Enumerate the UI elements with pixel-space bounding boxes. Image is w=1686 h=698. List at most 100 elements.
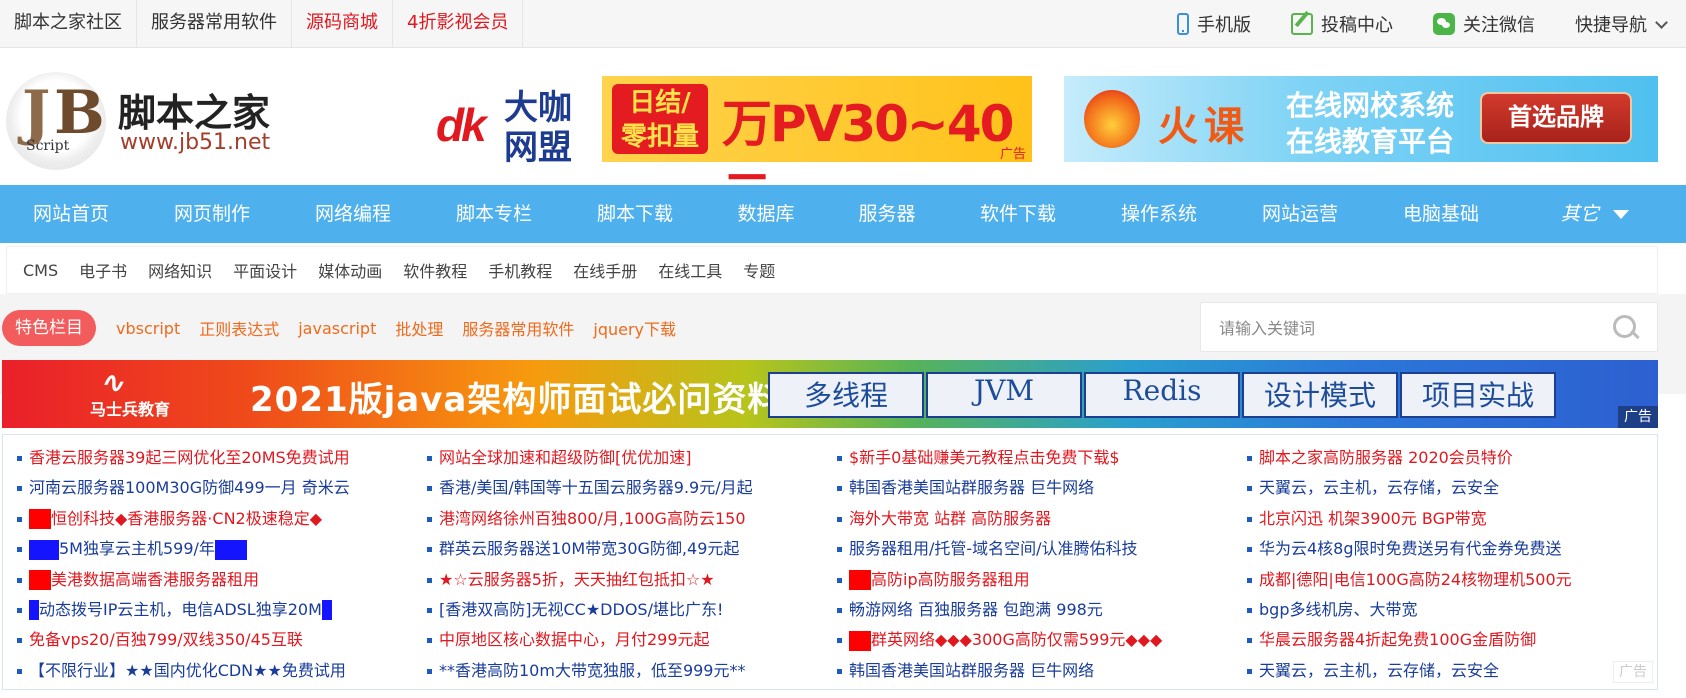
dk-brand: dk 大咖 网盟 (436, 88, 572, 168)
subnav-item-media[interactable]: 媒体动画 (318, 258, 382, 282)
subnav-item-graphic-design[interactable]: 平面设计 (233, 258, 297, 282)
list-item[interactable]: 北京闪迅 机架3900元 BGP带宽 (1247, 504, 1572, 534)
submit-center-label: 投稿中心 (1321, 15, 1393, 36)
link-column-4: 脚本之家高防服务器 2020会员特价 天翼云，云主机，云存储，云安全 北京闪迅 … (1247, 443, 1572, 686)
list-item[interactable]: 高防ip高防服务器租用 (837, 565, 1162, 595)
ad-banner-mashibing[interactable]: ∿ 马士兵教育 2021版java架构师面试必问资料 多线程 JVM Redis… (2, 360, 1658, 428)
nav-item-pc-basics[interactable]: 电脑基础 (1386, 185, 1496, 243)
nav-item-server[interactable]: 服务器 (832, 185, 942, 243)
nav-item-scripts[interactable]: 脚本专栏 (439, 185, 549, 243)
quick-nav-dropdown[interactable]: 快捷导航 (1555, 0, 1686, 48)
logo-emblem: J B Script (6, 72, 106, 170)
main-nav: 网站首页 网页制作 网络编程 脚本专栏 脚本下载 数据库 服务器 软件下载 操作… (0, 185, 1686, 243)
mashibing-logo: ∿ 马士兵教育 (90, 366, 171, 420)
list-item[interactable]: 华为云4核8g限时免费送另有代金券免费送 (1247, 534, 1572, 564)
banner-tab-design-patterns[interactable]: 设计模式 (1242, 372, 1398, 418)
top-link-vip-video[interactable]: 4折影视会员 (393, 0, 524, 48)
tag-javascript[interactable]: javascript (298, 319, 376, 338)
nav-item-operation[interactable]: 网站运营 (1245, 185, 1355, 243)
tag-regex[interactable]: 正则表达式 (199, 316, 279, 340)
list-item[interactable]: 【不限行业】★★国内优化CDN★★免费试用 (17, 656, 350, 686)
tag-server-software[interactable]: 服务器常用软件 (462, 316, 574, 340)
list-item[interactable]: ★☆云服务器5折，天天抽红包抵扣☆★ (427, 565, 753, 595)
list-item[interactable]: 脚本之家高防服务器 2020会员特价 (1247, 443, 1572, 473)
list-item[interactable]: 畅游网络 百独服务器 包跑满 998元 (837, 595, 1162, 625)
list-item[interactable]: 天翼云，云主机，云存储，云安全 (1247, 656, 1572, 686)
nav-item-web-design[interactable]: 网页制作 (157, 185, 267, 243)
submit-center-link[interactable]: 投稿中心 (1271, 0, 1413, 48)
list-item[interactable]: **香港高防10m大带宽独服，低至999元** (427, 656, 753, 686)
subnav-item-online-manual[interactable]: 在线手册 (573, 258, 637, 282)
list-item[interactable]: 美港数据高端香港服务器租用 (17, 565, 350, 595)
list-item[interactable]: 香港/美国/韩国等十五国云服务器9.9元/月起 (427, 473, 753, 503)
list-item[interactable]: 港湾网络徐州百独800/月,100G高防云150 (427, 504, 753, 534)
nav-item-database[interactable]: 数据库 (711, 185, 821, 243)
tag-batch[interactable]: 批处理 (395, 316, 443, 340)
subnav-item-cms[interactable]: CMS (23, 261, 58, 280)
page: 脚本之家社区 服务器常用软件 源码商城 4折影视会员 手机版 投稿中心 关注微信… (0, 0, 1686, 698)
list-item[interactable]: 服务器租用/托管-域名空间/认准腾佑科技 (837, 534, 1162, 564)
nav-item-programming[interactable]: 网络编程 (298, 185, 408, 243)
banner-tab-redis[interactable]: Redis (1084, 372, 1240, 418)
top-link-source-mall[interactable]: 源码商城 (292, 0, 393, 48)
list-item[interactable]: 韩国香港美国站群服务器 巨牛网络 (837, 473, 1162, 503)
list-item[interactable]: 香港云服务器39起三网优化至20MS免费试用 (17, 443, 350, 473)
list-item[interactable]: 网站全球加速和超级防御[优优加速] (427, 443, 753, 473)
tag-jquery-download[interactable]: jquery下载 (593, 316, 676, 340)
subnav-item-topics[interactable]: 专题 (743, 258, 775, 282)
tag-vbscript[interactable]: vbscript (116, 319, 180, 338)
subnav-item-software-tutorial[interactable]: 软件教程 (403, 258, 467, 282)
mashibing-mark-icon: ∿ (100, 366, 124, 399)
search-icon[interactable] (1613, 315, 1639, 341)
list-item[interactable]: 海外大带宽 站群 高防服务器 (837, 504, 1162, 534)
link-column-3: $新手0基础赚美元教程点击免费下载$ 韩国香港美国站群服务器 巨牛网络 海外大带… (837, 443, 1162, 686)
banner-tab-jvm[interactable]: JVM (926, 372, 1082, 418)
list-item[interactable]: 动态拨号IP云主机，电信ADSL独享20M (17, 595, 350, 625)
list-item[interactable]: 韩国香港美国站群服务器 巨牛网络 (837, 656, 1162, 686)
ad2-brand: 火课 (1158, 104, 1250, 150)
subnav-item-online-tools[interactable]: 在线工具 (658, 258, 722, 282)
nav-item-home[interactable]: 网站首页 (16, 185, 126, 243)
list-item[interactable]: 中原地区核心数据中心，月付299元起 (427, 625, 753, 655)
list-item[interactable]: 天翼云，云主机，云存储，云安全 (1247, 473, 1572, 503)
mobile-version-label: 手机版 (1197, 15, 1251, 36)
list-item[interactable]: bgp多线机房、大带宽 (1247, 595, 1572, 625)
top-link-server-software[interactable]: 服务器常用软件 (137, 0, 292, 48)
subnav-item-mobile-tutorial[interactable]: 手机教程 (488, 258, 552, 282)
site-url: www.jb51.net (120, 130, 271, 155)
list-item[interactable]: 恒创科技◆香港服务器·CN2极速稳定◆ (17, 504, 350, 534)
list-item[interactable]: 成都|德阳|电信100G高防24核物理机500元 (1247, 565, 1572, 595)
dk-logo: dk (436, 99, 487, 151)
list-item[interactable]: 河南云服务器100M30G防御499一月 奇米云 (17, 473, 350, 503)
subnav-item-ebook[interactable]: 电子书 (79, 258, 127, 282)
ad-banner-dakawangmeng[interactable]: dk 大咖 网盟 日结/ 零扣量 万PV30~40元 广告 (436, 76, 1032, 225)
mobile-version-link[interactable]: 手机版 (1157, 0, 1271, 48)
nav-item-script-download[interactable]: 脚本下载 (580, 185, 690, 243)
list-item[interactable]: 5M独享云主机599/年 (17, 534, 350, 564)
banner-tab-multithread[interactable]: 多线程 (768, 372, 924, 418)
wechat-follow-link[interactable]: 关注微信 (1413, 0, 1555, 48)
search-input[interactable] (1219, 315, 1579, 341)
nav-item-os[interactable]: 操作系统 (1104, 185, 1214, 243)
special-columns-badge[interactable]: 特色栏目 (2, 310, 96, 346)
ad2-cta-button[interactable]: 首选品牌 (1480, 92, 1632, 144)
nav-item-software-download[interactable]: 软件下载 (963, 185, 1073, 243)
list-item[interactable]: 群英云服务器送10M带宽30G防御,49元起 (427, 534, 753, 564)
ad-banner-huoke[interactable]: 火课 在线网校系统 在线教育平台 首选品牌 (1064, 76, 1658, 162)
link-column-2: 网站全球加速和超级防御[优优加速] 香港/美国/韩国等十五国云服务器9.9元/月… (427, 443, 753, 686)
banner-tab-projects[interactable]: 项目实战 (1400, 372, 1556, 418)
nav-more-label: 其它 (1560, 203, 1599, 225)
nav-item-more[interactable]: 其它 (1540, 185, 1650, 243)
list-item[interactable]: $新手0基础赚美元教程点击免费下载$ (837, 443, 1162, 473)
site-logo[interactable]: J B Script 脚本之家 www.jb51.net (6, 72, 306, 172)
banner-tabs: 多线程 JVM Redis 设计模式 项目实战 (768, 372, 1558, 418)
special-tags: vbscript 正则表达式 javascript 批处理 服务器常用软件 jq… (116, 310, 695, 346)
list-item[interactable]: 免备vps20/百独799/双线350/45互联 (17, 625, 350, 655)
top-link-community[interactable]: 脚本之家社区 (0, 0, 137, 48)
ad-tag: 广告 (1618, 406, 1658, 428)
list-item[interactable]: 华晨云服务器4折起免费100G金盾防御 (1247, 625, 1572, 655)
top-right-menu: 手机版 投稿中心 关注微信 快捷导航 (1157, 0, 1686, 48)
list-item[interactable]: [香港双高防]无视CC★DDOS/堪比广东! (427, 595, 753, 625)
subnav-item-network[interactable]: 网络知识 (148, 258, 212, 282)
list-item[interactable]: 群英网络◆◆◆300G高防仅需599元◆◆◆ (837, 625, 1162, 655)
